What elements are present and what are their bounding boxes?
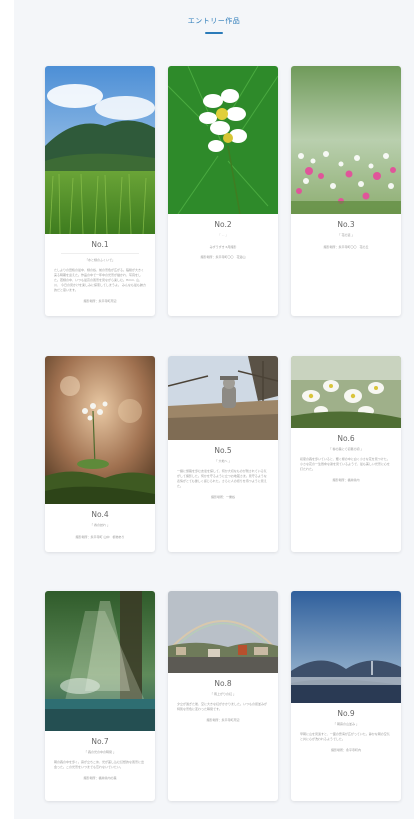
entry-description: 初夏の森を歩いていると、輝く緑の中に白く小さな花を見つけた。小さな花の一生懸命な… [300, 457, 390, 471]
entry-description: 朝の森の中を歩く。霧が立ちこめ、光が差し込む幻想的な風景に出会った。この光景をい… [54, 760, 145, 769]
entry-location: 撮影場所：福井県内 [332, 478, 360, 482]
entry-number: No.4 [91, 510, 109, 519]
entry-card-2[interactable]: No.2 「 ... 」 みずうずき 6月撮影 撮影場所：永平寺町〇〇 花浴山 [168, 66, 278, 316]
entry-number: No.3 [337, 220, 355, 229]
entry-title: 「 春の森にて初夏の頃 」 [328, 447, 364, 451]
section-title: エントリー作品 [187, 17, 241, 25]
entry-card-3[interactable]: No.3 「 花の道 」 撮影場所：永平寺町〇〇 花の丘 [291, 66, 401, 316]
entry-title: 「 朝霧の山並み 」 [333, 722, 359, 726]
entry-title: 「 森の光の中の時間 」 [84, 750, 116, 754]
entry-photo-7[interactable] [45, 591, 155, 731]
entry-location: 撮影場所：一乗谷 [210, 495, 235, 499]
entry-description: たしよりの田植の最中、緑の谷、前の景色が広がる。稲穂が大きく実る時期を迎えた。作… [54, 268, 146, 292]
entry-card-1[interactable]: No.1 「水と緑のふくいで」 たしよりの田植の最中、緑の谷、前の景色が広がる。… [45, 66, 155, 316]
entry-number: No.5 [214, 446, 232, 455]
entry-number: No.8 [214, 679, 232, 688]
entry-location: 撮影場所：永平寺町〇〇 花の丘 [323, 245, 369, 249]
entry-card-5[interactable]: No.5 「 大地へ 」 一緒に旅路を歩む友達を探して、何か大切なものが残されて… [168, 356, 278, 552]
divider [61, 253, 139, 254]
entry-photo-4[interactable] [45, 356, 155, 504]
entry-description: 早朝に山を見渡すと、一面の雲海が広がっていた。静かな朝の空気と共に心が洗われるよ… [300, 732, 390, 741]
entry-number: No.6 [337, 434, 355, 443]
entry-photo-5[interactable] [168, 356, 278, 440]
entry-photo-1[interactable] [45, 66, 155, 234]
entry-card-8[interactable]: No.8 「 雨上がりの虹 」 夕立が過ぎた後、空に大きな虹がかかりました。いつ… [168, 591, 278, 801]
title-underline [205, 32, 223, 34]
entry-description: 一緒に旅路を歩む友達を探して、何か大切なものが残されている気がして撮影した。何か… [177, 469, 267, 488]
entry-location: 撮影場所：永平寺町周辺 [83, 299, 117, 303]
entry-location: 撮影場所：福井県内の森 [83, 776, 117, 780]
page-background: エントリー作品 No.1 「水と緑のふくいで」 たしよりの田植の最中、緑の谷、前… [14, 0, 414, 819]
entry-subtitle: みずうずき 6月撮影 [209, 245, 237, 249]
entry-location: 撮影場所：永平寺町〇〇 花浴山 [200, 255, 246, 259]
entry-photo-8[interactable] [168, 591, 278, 673]
entry-title: 「 花の道 」 [337, 233, 355, 237]
entry-card-9[interactable]: No.9 「 朝霧の山並み 」 早朝に山を見渡すと、一面の雲海が広がっていた。静… [291, 591, 401, 801]
entry-number: No.7 [91, 737, 109, 746]
entry-number: No.2 [214, 220, 232, 229]
entry-title: 「 春の訪れ 」 [90, 523, 110, 527]
entry-title: 「 雨上がりの虹 」 [210, 692, 236, 696]
entry-title: 「水と緑のふくいで」 [85, 258, 115, 262]
entry-number: No.9 [337, 709, 355, 718]
entry-card-4[interactable]: No.4 「 春の訪れ 」 撮影場所：永平寺町 山中 植物あり [45, 356, 155, 552]
entry-title: 「 ... 」 [217, 233, 229, 237]
entry-photo-3[interactable] [291, 66, 401, 214]
entry-card-7[interactable]: No.7 「 森の光の中の時間 」 朝の森の中を歩く。霧が立ちこめ、光が差し込む… [45, 591, 155, 801]
entry-photo-9[interactable] [291, 591, 401, 703]
entry-photo-6[interactable] [291, 356, 401, 428]
entry-location: 撮影場所：永平寺町内 [330, 748, 361, 752]
entry-title: 「 大地へ 」 [214, 459, 232, 463]
entry-location: 撮影場所：永平寺町 山中 植物あり [75, 535, 125, 539]
section-header: エントリー作品 [14, 16, 414, 34]
entry-photo-2[interactable] [168, 66, 278, 214]
entry-location: 撮影場所：永平寺町周辺 [206, 718, 240, 722]
entry-description: 夕立が過ぎた後、空に大きな虹がかかりました。いつもの街並みが特別な景色に変わった… [177, 702, 268, 711]
entry-card-6[interactable]: No.6 「 春の森にて初夏の頃 」 初夏の森を歩いていると、輝く緑の中に白く小… [291, 356, 401, 552]
entry-number: No.1 [91, 240, 109, 249]
